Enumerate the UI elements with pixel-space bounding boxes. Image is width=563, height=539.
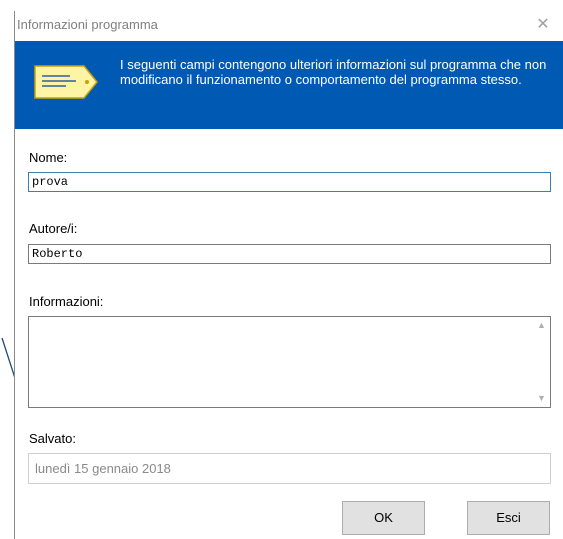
close-icon[interactable]: ✕ <box>531 14 555 36</box>
banner-text: I seguenti campi contengono ulteriori in… <box>120 57 547 87</box>
title-bar: Informazioni programma ✕ <box>15 11 563 40</box>
info-banner: I seguenti campi contengono ulteriori in… <box>15 41 563 129</box>
salvato-label: Salvato: <box>29 431 76 446</box>
autore-label: Autore/i: <box>29 221 78 236</box>
autore-field[interactable]: Roberto <box>28 244 551 264</box>
scroll-up-icon[interactable]: ▲ <box>533 317 550 334</box>
window-title: Informazioni programma <box>17 17 158 32</box>
informazioni-textarea[interactable]: ▲ ▼ <box>28 316 551 408</box>
vertical-scrollbar[interactable]: ▲ ▼ <box>533 317 550 407</box>
salvato-field: lunedì 15 gennaio 2018 <box>28 453 551 484</box>
informazioni-label: Informazioni: <box>29 294 104 309</box>
program-info-dialog: Informazioni programma ✕ I seguenti camp… <box>14 11 563 539</box>
esci-button[interactable]: Esci <box>467 501 550 535</box>
tag-icon <box>34 65 98 99</box>
scroll-down-icon[interactable]: ▼ <box>533 390 550 407</box>
nome-label: Nome: <box>29 150 68 165</box>
nome-field[interactable]: prova <box>28 172 551 192</box>
ok-button[interactable]: OK <box>342 501 425 535</box>
